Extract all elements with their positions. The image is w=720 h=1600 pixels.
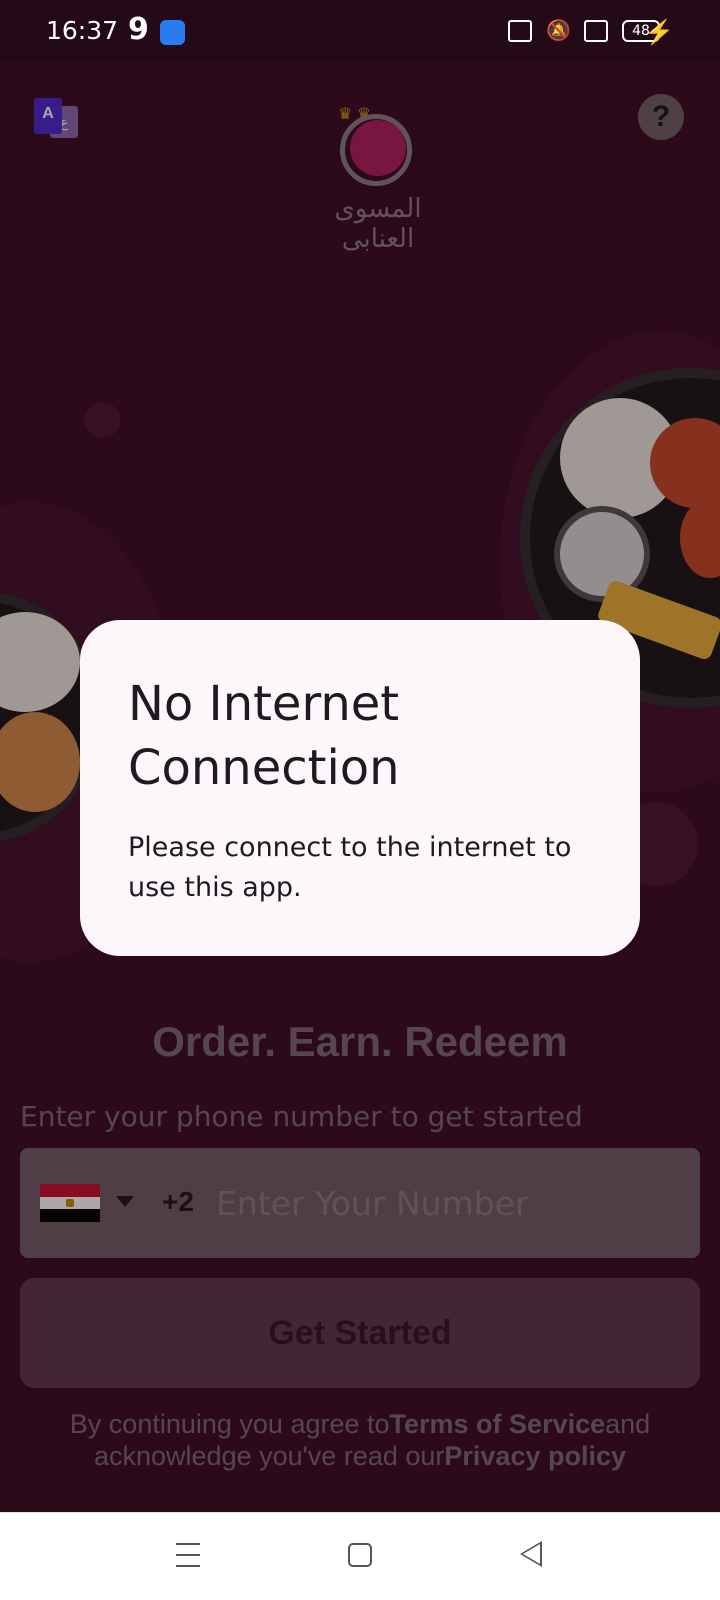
home-icon[interactable] [348,1543,372,1567]
charging-bolt-icon: ⚡ [644,19,674,46]
screen-record-icon [508,20,532,42]
mute-icon: 🔕 [546,20,571,42]
no-internet-dialog: No Internet Connection Please connect to… [80,620,640,956]
back-icon[interactable] [520,1541,542,1567]
dialog-title: No Internet Connection [128,676,400,796]
recents-menu-icon[interactable] [176,1543,200,1569]
status-time: 16:37 [46,16,119,45]
carrier-icon: 9 [128,12,149,47]
status-bar: 16:37 9 🔕 48 ⚡ [0,0,720,62]
system-navigation-bar [0,1512,720,1600]
notification-app-icon [160,20,185,45]
status-icons: 🔕 48 [508,20,660,42]
close-box-icon [584,20,608,42]
dialog-message: Please connect to the internet to use th… [128,832,572,903]
